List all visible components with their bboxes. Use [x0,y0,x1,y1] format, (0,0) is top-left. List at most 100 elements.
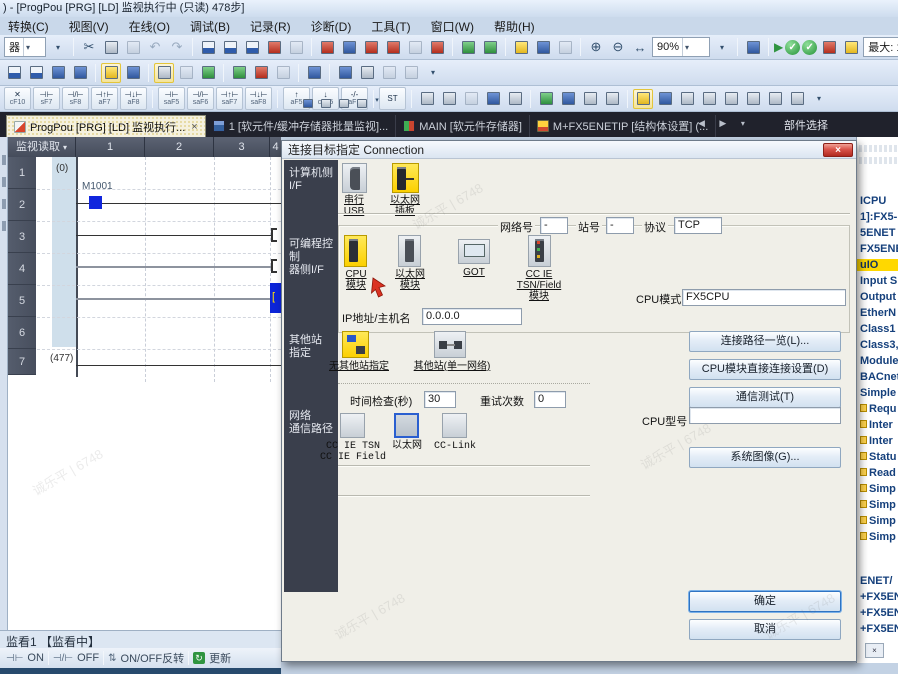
menu-help[interactable]: 帮助(H) [494,18,535,35]
cpu-mode-field[interactable]: FX5CPU [682,289,846,306]
cross-reference-icon[interactable] [533,37,553,57]
open-contact-icon[interactable]: ⊣⊢sF7 [33,87,60,110]
communication-test-button[interactable]: 通信测试(T) [689,387,841,408]
menu-online[interactable]: 在线(O) [129,18,170,35]
menu-diagnostics[interactable]: 诊断(D) [311,18,352,35]
stamp2-icon[interactable] [439,89,459,109]
pane-close-button[interactable]: × [865,643,884,658]
network-no-field[interactable]: - [540,217,568,234]
menu-view[interactable]: 视图(V) [69,18,109,35]
glasses-monitor-icon[interactable] [304,63,324,83]
tab-main-device-memory[interactable]: MAIN [软元件存储器] [396,115,530,137]
scan-time-combo[interactable]: 最大: 1.131ms▾ [863,37,898,57]
device-register-icon[interactable] [242,37,262,57]
monitor-mode-header[interactable]: 监视读取 ▾ [8,137,76,157]
tree-item[interactable]: Simple [860,387,898,399]
pointer-branch-icon[interactable] [536,89,556,109]
element-selection-panel[interactable]: ICPU 1]:FX5- 5ENET FX5ENE uIO Input S Ou… [856,137,898,663]
run-icon[interactable]: ▶ [774,40,783,54]
device-monitor-icon[interactable] [198,37,218,57]
tree-item[interactable]: BACnet [860,371,898,383]
watch-refresh-button[interactable]: 更新 [209,650,231,666]
st-inline-icon[interactable]: ST [379,87,406,110]
falling-contact-icon[interactable]: ⊣↓⊢aF8 [120,87,147,110]
watch-on-button[interactable]: ON [27,652,44,664]
contact-m1001[interactable] [89,196,102,209]
copy-icon[interactable] [101,37,121,57]
cpu-model-field[interactable] [689,407,841,424]
tab-progpou[interactable]: ProgPou [PRG] [LD] 监视执行... × [6,115,206,137]
tree-item[interactable]: Inter [860,419,898,431]
mini-window-icon[interactable] [300,96,316,111]
menu-tools[interactable]: 工具(T) [371,18,410,35]
tree-item[interactable]: Statu [860,451,898,463]
docking-window1-icon[interactable] [176,63,196,83]
tree-item[interactable]: Output [860,291,898,303]
other-station-single-tile[interactable] [434,331,466,358]
tree-item[interactable]: +FX5EN [860,623,898,635]
dialog-close-button[interactable]: × [823,143,853,157]
device-batch-monitor-icon[interactable] [220,37,240,57]
tab-device-batch-monitor[interactable]: 1 [软元件/缓冲存储器批量监视]... [206,115,397,137]
mini-table-icon[interactable] [336,96,352,111]
online-change-icon[interactable] [511,37,531,57]
tree-item[interactable]: Inter [860,435,898,447]
verify-icon[interactable] [361,37,381,57]
device-write-icon[interactable] [264,37,284,57]
tree-item[interactable]: Class1 [860,323,898,335]
rising-branch-icon[interactable]: ⊣↑⊢saF7 [216,87,243,110]
device-comment-icon[interactable] [633,89,653,109]
falling-branch-icon[interactable]: ⊣↓⊢saF8 [245,87,272,110]
search-coil-icon[interactable] [602,89,622,109]
write-to-plc-icon[interactable] [317,37,337,57]
zoom-level-combo[interactable]: 90%▾ [652,37,710,57]
template2-icon[interactable] [787,89,807,109]
tab-fx5enetip-struct[interactable]: M+FX5ENETIP [结构体设置] (... [530,115,716,137]
station-no-field[interactable]: - [606,217,634,234]
got-label[interactable]: GOT [452,267,496,278]
ethernet-board-tile[interactable] [392,163,419,193]
serial-usb-tile[interactable] [342,163,367,193]
cpu-direct-connection-button[interactable]: CPU模块直接连接设置(D) [689,359,841,380]
tree-item[interactable]: Simp [860,531,898,543]
window-cascade-icon[interactable] [743,37,763,57]
docking-window2-icon[interactable] [198,63,218,83]
jump-icon[interactable] [558,89,578,109]
element-select-window-icon[interactable] [154,63,174,83]
no-other-station-label[interactable]: 无其他站指定 [316,361,402,372]
device-read-icon[interactable] [286,37,306,57]
align-left-icon[interactable] [699,89,719,109]
zoom-fit-icon[interactable]: ↔ [630,40,650,55]
grid-view3-icon[interactable] [48,63,68,83]
wrap-icon[interactable] [743,89,763,109]
find-window-icon[interactable] [123,63,143,83]
undo-icon[interactable]: ↶ [145,39,165,55]
grid-view1-icon[interactable] [4,63,24,83]
tree-item[interactable]: +FX5EN [860,591,898,603]
tree-item[interactable]: 1]:FX5- [860,211,898,223]
remote-operation-icon[interactable] [383,37,403,57]
watch-off-button[interactable]: OFF [77,652,99,664]
tree-item[interactable]: Requ [860,403,898,415]
cut-icon[interactable]: ✂ [79,39,99,55]
build-icon[interactable] [273,63,293,83]
menu-record[interactable]: 记录(R) [250,18,291,35]
align-right-icon[interactable] [721,89,741,109]
monitor-start-icon[interactable] [458,37,478,57]
closed-contact-icon[interactable]: ⊣/⊢sF8 [62,87,89,110]
tree-item[interactable]: Module [860,355,898,367]
note-icon[interactable] [677,89,697,109]
device-statement-icon[interactable] [655,89,675,109]
system-image-button[interactable]: 系统图像(G)... [689,447,841,468]
network-diag-icon[interactable] [819,37,839,57]
comment-display-icon[interactable] [379,63,399,83]
stamp3-icon[interactable] [461,89,481,109]
tree-item-selected[interactable]: uIO [857,259,898,271]
got-tile[interactable] [458,239,490,264]
other-station-single-label[interactable]: 其他站(单一网络) [404,361,500,372]
screen-monitor-icon[interactable] [335,63,355,83]
tree-item[interactable]: Simp [860,515,898,527]
check-program-icon[interactable] [229,63,249,83]
cclink-path-label[interactable]: CC-Link [428,441,482,452]
tab-scroll-arrows[interactable]: ◀ ▶ ▾ [698,118,751,129]
